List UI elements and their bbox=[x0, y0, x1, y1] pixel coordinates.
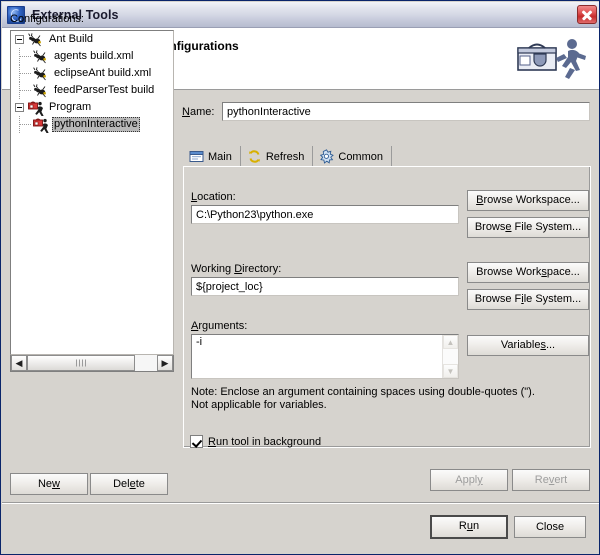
tree-item-label: agents build.xml bbox=[54, 50, 134, 62]
scroll-left-icon[interactable]: ◀ bbox=[11, 355, 27, 371]
external-tools-dialog: External Tools Create, manage, and run c… bbox=[0, 0, 600, 555]
close-icon[interactable] bbox=[577, 5, 597, 24]
tree-guide-connector bbox=[20, 56, 31, 57]
arguments-input[interactable] bbox=[192, 335, 442, 378]
browse-file-system-workdir-button[interactable]: Browse File System... bbox=[467, 289, 589, 310]
tab-main[interactable]: Main bbox=[183, 146, 241, 167]
program-icon bbox=[28, 101, 44, 116]
scroll-down-icon[interactable]: ▼ bbox=[443, 364, 458, 378]
tree-item-label: pythonInteractive bbox=[52, 117, 140, 132]
browse-workspace-location-button[interactable]: Browse Workspace... bbox=[467, 190, 589, 211]
location-label: Location: bbox=[191, 191, 236, 203]
ant-icon bbox=[28, 32, 41, 46]
configurations-label: Configurations: bbox=[10, 13, 84, 25]
checkbox-check-icon[interactable] bbox=[190, 435, 203, 448]
name-label: Name: bbox=[182, 106, 215, 118]
browse-workspace-workdir-button[interactable]: Browse Workspace... bbox=[467, 262, 589, 283]
configurations-tree[interactable]: Ant Build agents build.xml eclipseAnt bu… bbox=[10, 30, 174, 355]
external-tools-runner-icon bbox=[517, 39, 586, 79]
tree-guide-connector bbox=[20, 124, 31, 125]
tab-label: Main bbox=[208, 150, 232, 163]
dialog-footer bbox=[2, 504, 599, 554]
arguments-field[interactable]: ▲ ▼ bbox=[191, 334, 459, 379]
name-input[interactable] bbox=[222, 102, 590, 121]
tree-horizontal-scrollbar[interactable]: ◀ ▶ bbox=[10, 355, 174, 372]
location-input[interactable] bbox=[191, 205, 459, 224]
tree-item-program[interactable]: Program bbox=[11, 99, 173, 116]
ant-icon bbox=[33, 49, 46, 63]
tab-label: Refresh bbox=[265, 150, 305, 163]
tree-item-agents-build[interactable]: agents build.xml bbox=[11, 48, 173, 65]
scrollbar-grip-icon bbox=[76, 359, 86, 367]
tree-item-label: eclipseAnt build.xml bbox=[54, 67, 152, 79]
tree-guide-connector bbox=[20, 73, 31, 74]
run-button[interactable]: Run bbox=[430, 515, 508, 539]
tab-strip: Main Refresh Common bbox=[183, 146, 591, 167]
new-button[interactable]: New bbox=[10, 473, 88, 495]
working-directory-input[interactable] bbox=[191, 277, 459, 296]
expander-icon[interactable] bbox=[15, 103, 24, 112]
apply-button[interactable]: Apply bbox=[430, 469, 508, 491]
run-in-background-label: Run tool in background bbox=[208, 435, 322, 448]
arguments-note-line2: Not applicable for variables. bbox=[191, 399, 327, 411]
tab-refresh[interactable]: Refresh bbox=[241, 146, 314, 167]
tree-item-pythoninteractive[interactable]: pythonInteractive bbox=[11, 116, 173, 133]
scrollbar-track[interactable] bbox=[27, 355, 157, 371]
tree-item-feedparsertest-build[interactable]: feedParserTest build bbox=[11, 82, 173, 99]
delete-button[interactable]: Delete bbox=[90, 473, 168, 495]
tree-item-label: Program bbox=[49, 101, 92, 113]
variables-button[interactable]: Variables... bbox=[467, 335, 589, 356]
tab-label: Common bbox=[338, 150, 383, 163]
tab-common[interactable]: Common bbox=[313, 146, 392, 167]
ant-icon bbox=[33, 83, 46, 97]
tree-item-eclipseant-build[interactable]: eclipseAnt build.xml bbox=[11, 65, 173, 82]
arguments-scrollbar[interactable]: ▲ ▼ bbox=[442, 335, 458, 378]
common-gear-icon bbox=[320, 149, 335, 164]
scrollbar-thumb[interactable] bbox=[27, 355, 135, 371]
working-directory-label: Working Directory: bbox=[191, 263, 282, 275]
tree-item-label: Ant Build bbox=[49, 33, 94, 45]
ant-icon bbox=[33, 66, 46, 80]
scroll-up-icon[interactable]: ▲ bbox=[443, 335, 458, 349]
refresh-icon bbox=[249, 150, 260, 163]
tree-guide-connector bbox=[20, 90, 31, 91]
arguments-label: Arguments: bbox=[191, 320, 248, 332]
browse-file-system-location-button[interactable]: Browse File System... bbox=[467, 217, 589, 238]
tree-item-label: feedParserTest build bbox=[54, 84, 155, 96]
expander-icon[interactable] bbox=[15, 35, 24, 44]
tab-underline bbox=[183, 166, 591, 167]
main-window-icon bbox=[189, 151, 204, 162]
arguments-note-line1: Note: Enclose an argument containing spa… bbox=[191, 386, 535, 398]
run-in-background-checkbox[interactable]: Run tool in background bbox=[190, 435, 321, 448]
scroll-right-icon[interactable]: ▶ bbox=[157, 355, 173, 371]
tree-item-ant-build[interactable]: Ant Build bbox=[11, 31, 173, 48]
title-bar: External Tools bbox=[2, 2, 599, 28]
revert-button[interactable]: Revert bbox=[512, 469, 590, 491]
close-button[interactable]: Close bbox=[514, 516, 586, 538]
program-icon bbox=[33, 118, 49, 133]
